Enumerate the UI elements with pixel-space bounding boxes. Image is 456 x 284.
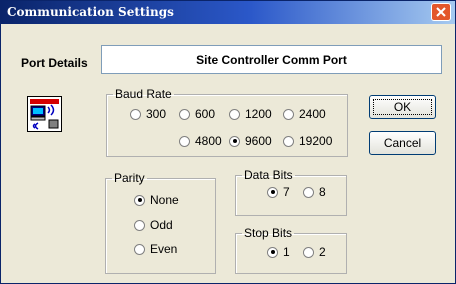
close-icon bbox=[436, 7, 446, 17]
title-bar[interactable]: Communication Settings bbox=[1, 1, 455, 24]
baud-600-radio[interactable]: 600 bbox=[179, 107, 215, 121]
comm-computer-icon bbox=[27, 96, 62, 132]
parity-none-radio[interactable]: None bbox=[134, 193, 179, 207]
port-details-label: Port Details bbox=[21, 56, 88, 70]
baud-2400-radio[interactable]: 2400 bbox=[283, 107, 326, 121]
baud-300-radio[interactable]: 300 bbox=[130, 107, 166, 121]
ok-button[interactable]: OK bbox=[369, 95, 436, 119]
baud-1200-radio[interactable]: 1200 bbox=[229, 107, 272, 121]
baud-19200-radio[interactable]: 19200 bbox=[283, 134, 332, 148]
parity-legend: Parity bbox=[114, 171, 145, 185]
parity-odd-radio[interactable]: Odd bbox=[134, 218, 173, 232]
cancel-button[interactable]: Cancel bbox=[369, 131, 436, 155]
baud-9600-radio[interactable]: 9600 bbox=[229, 134, 272, 148]
data-bits-legend: Data Bits bbox=[244, 168, 293, 182]
dialog-window: Communication Settings Port Details Site… bbox=[0, 0, 456, 284]
window-title: Communication Settings bbox=[7, 5, 174, 19]
stop-bits-1-radio[interactable]: 1 bbox=[267, 245, 290, 259]
stop-bits-2-radio[interactable]: 2 bbox=[303, 245, 326, 259]
close-button[interactable] bbox=[431, 3, 451, 21]
baud-4800-radio[interactable]: 4800 bbox=[179, 134, 222, 148]
stop-bits-legend: Stop Bits bbox=[244, 226, 293, 240]
parity-even-radio[interactable]: Even bbox=[134, 242, 177, 256]
data-bits-group: Data Bits bbox=[235, 168, 347, 216]
port-name-field[interactable]: Site Controller Comm Port bbox=[101, 45, 442, 74]
baud-rate-legend: Baud Rate bbox=[115, 87, 172, 101]
data-bits-8-radio[interactable]: 8 bbox=[303, 185, 326, 199]
data-bits-7-radio[interactable]: 7 bbox=[267, 185, 290, 199]
stop-bits-group: Stop Bits bbox=[235, 226, 347, 274]
